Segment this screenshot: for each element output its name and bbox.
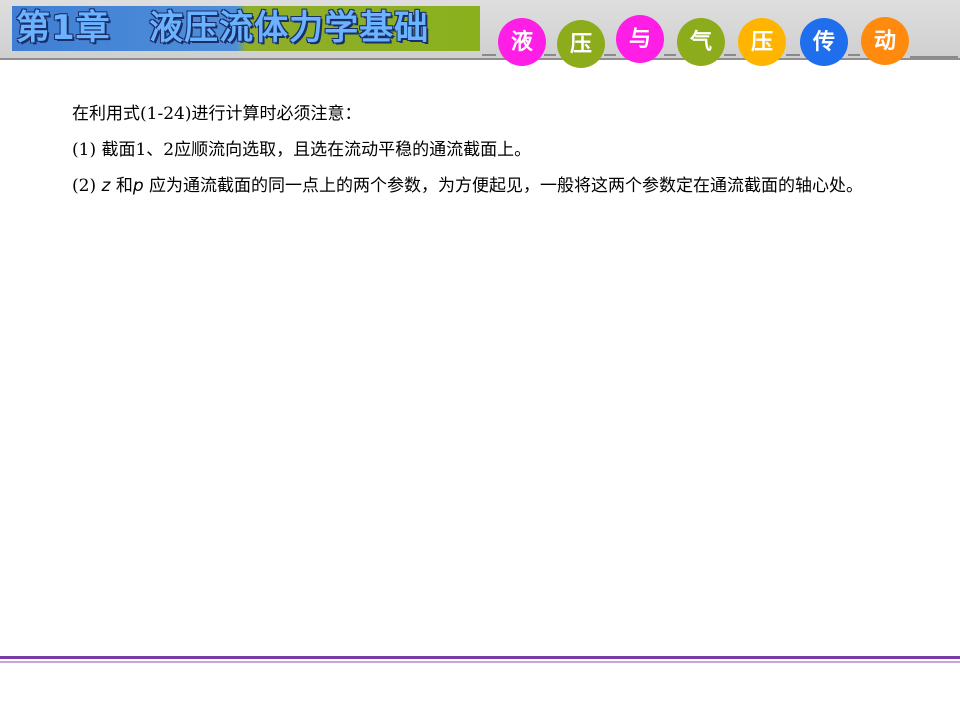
title-circle-7: 动 bbox=[861, 17, 909, 65]
header-dash bbox=[910, 56, 958, 58]
header-dash bbox=[664, 54, 676, 56]
header-dash bbox=[604, 54, 616, 56]
slide-content: 在利用式(1-24)进行计算时必须注意： (1) 截面1、2应顺流向选取，且选在… bbox=[30, 96, 930, 204]
paragraph-3-mid: 和 bbox=[110, 176, 133, 196]
header-dash bbox=[848, 54, 860, 56]
header-dash bbox=[724, 54, 736, 56]
paragraph-2: (1) 截面1、2应顺流向选取，且选在流动平稳的通流截面上。 bbox=[72, 140, 532, 160]
paragraph-3: (2) z 和p 应为通流截面的同一点上的两个参数，为方便起见，一般将这两个参数… bbox=[30, 168, 930, 204]
variable-p: p bbox=[132, 176, 144, 196]
paragraph-1: 在利用式(1-24)进行计算时必须注意： bbox=[72, 104, 362, 124]
title-circle-1: 液 bbox=[498, 18, 546, 66]
header-dash bbox=[482, 54, 496, 56]
header-dash bbox=[786, 54, 800, 56]
paragraph-3-prefix: (2) bbox=[72, 176, 102, 196]
footer-line-light bbox=[0, 661, 960, 663]
paragraph-3-text: 应为通流截面的同一点上的两个参数，为方便起见，一般将这两个参数定在通流截面的轴心… bbox=[143, 176, 864, 196]
title-circle-3: 与 bbox=[616, 15, 664, 63]
header-dash bbox=[544, 54, 556, 56]
title-circle-5: 压 bbox=[738, 18, 786, 66]
title-circle-4: 气 bbox=[677, 18, 725, 66]
chapter-title: 第1章 液压流体力学基础 bbox=[16, 8, 430, 48]
title-circle-6: 传 bbox=[800, 18, 848, 66]
footer-line bbox=[0, 656, 960, 659]
title-circle-2: 压 bbox=[557, 20, 605, 68]
